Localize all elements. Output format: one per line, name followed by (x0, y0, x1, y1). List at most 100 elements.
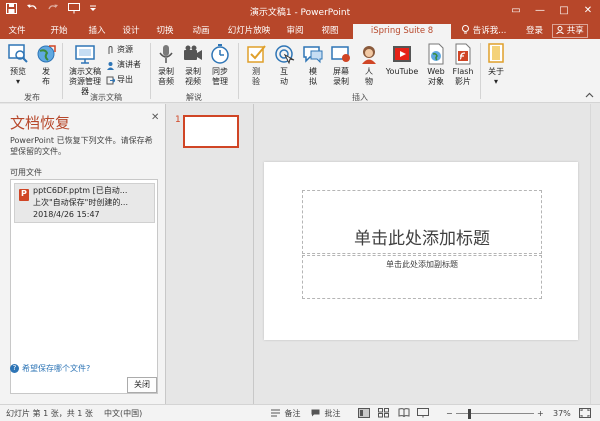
ribbon-separator (480, 43, 481, 99)
flash-movie-button[interactable]: Flash 影片 (450, 43, 476, 87)
quiz-button[interactable]: 测 验 (244, 43, 268, 87)
tab-review[interactable]: 审阅 (282, 24, 308, 39)
vertical-scrollbar[interactable] (590, 104, 600, 404)
reading-view-icon[interactable] (398, 408, 410, 421)
share-button[interactable]: 共享 (552, 24, 588, 38)
title-placeholder-text: 单击此处添加标题 (354, 229, 490, 249)
tell-me[interactable]: 告诉我... (461, 24, 506, 38)
ribbon-tabs: 文件 开始 插入 设计 切换 动画 幻灯片放映 审阅 视图 iSpring Su… (0, 22, 600, 39)
tab-insert[interactable]: 插入 (84, 24, 110, 39)
notes-icon (271, 409, 280, 417)
slide-editing-area: 单击此处添加标题 单击此处添加副标题 (255, 104, 600, 404)
close-icon[interactable]: ✕ (151, 112, 159, 123)
language-status[interactable]: 中文(中国) (104, 408, 142, 419)
export-item[interactable]: 导出 (106, 75, 133, 85)
tab-transitions[interactable]: 切换 (152, 24, 178, 39)
record-audio-button[interactable]: 录制 音频 (154, 43, 178, 87)
subtitle-placeholder[interactable]: 单击此处添加副标题 (302, 255, 542, 299)
clock-icon (209, 43, 231, 65)
help-link-label: 希望保存哪个文件? (22, 364, 91, 373)
file-description: 上次"自动保存"时创建的... (33, 198, 128, 207)
character-icon (358, 43, 380, 65)
dialog-icon (302, 43, 324, 65)
resources-item[interactable]: 资源 (106, 45, 133, 55)
simulation-button[interactable]: 模 拟 (301, 43, 325, 87)
tab-view[interactable]: 视图 (317, 24, 343, 39)
presenters-item[interactable]: 演讲者 (106, 60, 141, 70)
file-time: 2018/4/26 15:47 (33, 210, 100, 219)
recovered-file-list: pptC6DF.pptm [已自动... 上次"自动保存"时创建的... 201… (10, 179, 158, 394)
status-bar: 幻灯片 第 1 张，共 1 张 中文(中国) 备注 批注 − + 37% (0, 404, 600, 421)
web-object-icon (425, 43, 447, 65)
slide-canvas[interactable]: 单击此处添加标题 单击此处添加副标题 (264, 162, 578, 340)
notes-button[interactable]: 备注 (271, 408, 301, 419)
fit-slide-icon[interactable] (579, 408, 591, 421)
sync-manage-button[interactable]: 同步 管理 (208, 43, 232, 87)
group-narration: 解说 (186, 93, 202, 102)
interaction-button[interactable]: 互 动 (272, 43, 296, 87)
about-button[interactable]: 关于 ▾ (484, 43, 508, 87)
record-video-button[interactable]: 录制 视频 (181, 43, 205, 87)
tab-animations[interactable]: 动画 (188, 24, 214, 39)
character-button[interactable]: 人 物 (357, 43, 381, 87)
tab-file[interactable]: 文件 (4, 24, 30, 39)
youtube-icon (391, 43, 413, 65)
close-icon[interactable]: ✕ (576, 0, 600, 22)
recovery-title: 文档恢复 (10, 114, 71, 132)
tab-design[interactable]: 设计 (118, 24, 144, 39)
paperclip-icon (108, 45, 113, 54)
login-link[interactable]: 登录 (526, 24, 543, 38)
ribbon-display-icon[interactable]: ▭ (504, 0, 528, 22)
slide-sorter-icon[interactable] (378, 408, 390, 421)
export-icon (106, 76, 115, 84)
available-files-label: 可用文件 (10, 168, 42, 177)
zoom-in-icon[interactable]: + (537, 408, 544, 419)
comment-icon (311, 409, 320, 417)
slideshow-icon[interactable] (417, 408, 429, 421)
screen-record-icon (330, 43, 352, 65)
ribbon-separator (62, 43, 63, 99)
screen-record-button[interactable]: 屏幕 录制 (329, 43, 353, 87)
comments-button[interactable]: 批注 (311, 408, 341, 419)
slide-info: 幻灯片 第 1 张，共 1 张 (6, 409, 93, 418)
zoom-level[interactable]: 37% (553, 408, 571, 419)
tab-slideshow[interactable]: 幻灯片放映 (225, 24, 273, 39)
youtube-button[interactable]: YouTube (383, 43, 421, 77)
zoom-slider-thumb[interactable] (468, 409, 471, 419)
publish-button[interactable]: 发 布 (34, 43, 58, 87)
window-controls: ▭ — □ ✕ (504, 0, 600, 22)
preview-button[interactable]: 预览 ▾ (5, 43, 31, 87)
title-placeholder[interactable]: 单击此处添加标题 (302, 190, 542, 254)
presenter-icon (107, 61, 114, 70)
tell-me-label: 告诉我... (472, 26, 507, 36)
globe-icon (35, 43, 57, 65)
slide-thumbnails-pane: 1 (167, 104, 254, 404)
ribbon-separator (150, 43, 151, 99)
quiz-icon (245, 43, 267, 65)
group-insert: 插入 (352, 93, 368, 102)
slide-thumbnail[interactable] (183, 115, 239, 148)
file-name: pptC6DF.pptm [已自动... (33, 186, 128, 195)
presentation-explorer-button[interactable]: 演示文稿 资源管理器 (66, 43, 104, 97)
maximize-icon[interactable]: □ (552, 0, 576, 22)
help-link[interactable]: ? 希望保存哪个文件? (10, 363, 90, 374)
explorer-icon (74, 43, 96, 65)
normal-view-icon[interactable] (358, 408, 370, 421)
ribbon: 预览 ▾ 发 布 发布 演示文稿 资源管理器 资源 演讲者 导出 演示文稿 录制 (0, 39, 600, 103)
collapse-ribbon-icon[interactable] (585, 91, 594, 101)
minimize-icon[interactable]: — (528, 0, 552, 22)
pptx-file-icon (19, 189, 29, 201)
lightbulb-icon (462, 25, 469, 34)
zoom-out-icon[interactable]: − (446, 408, 453, 419)
close-button[interactable]: 关闭 (127, 377, 157, 393)
tab-home[interactable]: 开始 (46, 24, 72, 39)
title-bar: 演示文稿1 - PowerPoint ▭ — □ ✕ (0, 0, 600, 22)
tab-ispring[interactable]: iSpring Suite 8 (353, 24, 451, 39)
flash-icon (452, 43, 474, 65)
share-label: 共享 (566, 26, 584, 36)
web-object-button[interactable]: Web 对象 (424, 43, 448, 87)
group-publish: 发布 (24, 93, 40, 102)
group-presentation: 演示文稿 (90, 93, 122, 102)
subtitle-placeholder-text: 单击此处添加副标题 (386, 260, 458, 269)
list-item[interactable]: pptC6DF.pptm [已自动... 上次"自动保存"时创建的... 201… (14, 183, 155, 223)
